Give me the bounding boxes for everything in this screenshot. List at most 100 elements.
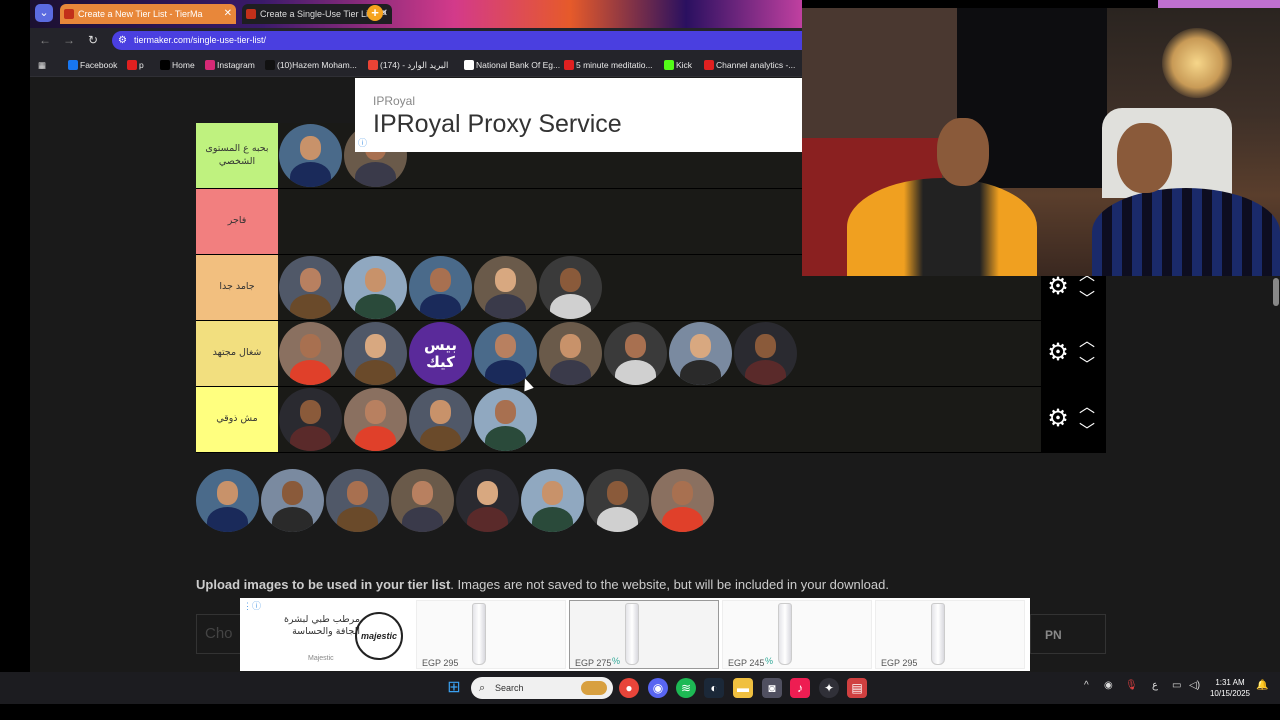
webcam-person-right-head	[1117, 123, 1172, 193]
ad-info-icon[interactable]: ⓘ	[358, 136, 367, 149]
ad-banner-bottom[interactable]: ⋮ⓘ مرطب طبي لبشرة الجافة والحساسة majest…	[240, 598, 1030, 671]
bookmark-item[interactable]: National Bank Of Eg...	[464, 59, 560, 71]
camera-icon[interactable]: ◙	[762, 678, 782, 698]
bookmark-item[interactable]: Channel analytics -...	[704, 59, 795, 71]
forward-icon[interactable]: →	[62, 33, 76, 47]
bookmark-label: 5 minute meditatio...	[576, 60, 653, 70]
tier-image[interactable]	[409, 256, 472, 319]
chrome-icon[interactable]: ●	[619, 678, 639, 698]
faded-input-field[interactable]: Cho	[196, 614, 246, 654]
language-indicator[interactable]: ع	[1152, 680, 1158, 691]
pool-image[interactable]	[651, 469, 714, 532]
tier-image[interactable]	[474, 256, 537, 319]
spotify-icon[interactable]: ≋	[676, 678, 696, 698]
app-icon[interactable]: ✦	[819, 678, 839, 698]
microphone-icon[interactable]: 🎙	[1125, 680, 1138, 691]
tier-image[interactable]	[474, 388, 537, 451]
ad-product-card[interactable]: EGP 275%	[569, 600, 719, 669]
new-tab-button[interactable]: +	[367, 5, 383, 21]
bookmark-item[interactable]: Facebook	[68, 59, 117, 71]
avatar-head	[495, 334, 516, 358]
tab-search-icon[interactable]: ⌄	[35, 4, 53, 22]
tier-image[interactable]	[409, 388, 472, 451]
pool-image[interactable]	[261, 469, 324, 532]
tier-image[interactable]	[279, 388, 342, 451]
tier-image[interactable]: بيس كيك	[409, 322, 472, 385]
tier-image[interactable]	[344, 322, 407, 385]
tier-label[interactable]: بحبه ع المستوى الشخصي	[196, 123, 278, 188]
bookmark-item[interactable]: Home	[160, 59, 195, 71]
pool-image[interactable]	[391, 469, 454, 532]
back-icon[interactable]: ←	[38, 33, 52, 47]
tiktok-icon[interactable]: ♪	[790, 678, 810, 698]
tab-create-tier-list[interactable]: Create a New Tier List - TierMa ✕	[60, 4, 236, 24]
ad-product-card[interactable]: EGP 295	[416, 600, 566, 669]
faded-button[interactable]: PN	[1030, 614, 1106, 654]
bookmark-item[interactable]: 5 minute meditatio...	[564, 59, 653, 71]
chevron-down-icon[interactable]: ﹀	[1078, 291, 1096, 309]
close-tab-icon[interactable]: ✕	[224, 4, 232, 24]
avatar-body	[680, 360, 721, 385]
tier-image[interactable]	[669, 322, 732, 385]
gear-icon[interactable]: ⚙	[1046, 275, 1070, 299]
app-icon[interactable]: ▤	[847, 678, 867, 698]
tier-image[interactable]	[344, 388, 407, 451]
gear-icon[interactable]: ⚙	[1046, 407, 1070, 431]
avatar-head	[560, 268, 581, 292]
pool-image[interactable]	[456, 469, 519, 532]
tier-image[interactable]	[539, 322, 602, 385]
avatar-head	[672, 481, 693, 505]
volume-icon[interactable]: ◁)	[1189, 680, 1200, 691]
pool-image[interactable]	[586, 469, 649, 532]
scrollbar-thumb[interactable]	[1273, 278, 1279, 306]
pool-image[interactable]	[326, 469, 389, 532]
steam-icon[interactable]: ◐	[704, 678, 724, 698]
chevron-up-icon[interactable]: ︿	[1078, 333, 1096, 351]
bookmark-item[interactable]: (10)Hazem Moham...	[265, 59, 357, 71]
avatar-body	[355, 426, 396, 451]
tier-label[interactable]: جامد جدا	[196, 255, 278, 320]
taskbar-search[interactable]: ⌕ Search	[471, 677, 613, 699]
address-bar[interactable]: ⚙ tiermaker.com/single-use-tier-list/	[112, 31, 802, 50]
bookmark-item[interactable]: Kick	[664, 59, 692, 71]
file-explorer-icon[interactable]: ▬	[733, 678, 753, 698]
tier-image[interactable]	[279, 256, 342, 319]
tier-label[interactable]: مش ذوقي	[196, 387, 278, 452]
ad-banner-top[interactable]: IPRoyal IPRoyal Proxy Service ⓘ	[355, 78, 802, 152]
network-icon[interactable]: ▭	[1172, 680, 1181, 691]
tier-image[interactable]	[344, 256, 407, 319]
tier-image[interactable]	[604, 322, 667, 385]
discord-tray-icon[interactable]: ◉	[1104, 680, 1113, 691]
tier-label[interactable]: فاجر	[196, 189, 278, 254]
pool-image[interactable]	[196, 469, 259, 532]
chevron-down-icon[interactable]: ﹀	[1078, 357, 1096, 375]
discord-icon[interactable]: ◉	[648, 678, 668, 698]
bookmark-label: (174) - البريد الوارد	[380, 60, 449, 70]
tier-image[interactable]	[734, 322, 797, 385]
bookmark-item[interactable]: Instagram	[205, 59, 255, 71]
taskbar-clock[interactable]: 1:31 AM 10/15/2025	[1206, 677, 1254, 699]
bookmark-item[interactable]: p	[127, 59, 144, 71]
reload-icon[interactable]: ↻	[86, 33, 100, 47]
faded-button-label: PN	[1045, 628, 1062, 642]
ad-product-card[interactable]: EGP 245%	[722, 600, 872, 669]
pool-image[interactable]	[521, 469, 584, 532]
avatar-body	[207, 507, 248, 532]
chevron-up-icon[interactable]: ^	[1084, 680, 1089, 691]
tier-image[interactable]	[279, 124, 342, 187]
gear-icon[interactable]: ⚙	[1046, 341, 1070, 365]
notification-icon[interactable]: 🔔	[1256, 680, 1268, 691]
site-info-icon[interactable]: ⚙	[118, 31, 127, 50]
apps-grid-icon[interactable]: ▦	[38, 59, 46, 71]
tier-label[interactable]: شغال مجتهد	[196, 321, 278, 386]
bookmark-item[interactable]: (174) - البريد الوارد	[368, 59, 448, 71]
ad-info-icon[interactable]: ⋮ⓘ	[243, 599, 261, 612]
windows-start-icon[interactable]: ⊞	[444, 678, 464, 698]
bookmark-label: Instagram	[217, 60, 255, 70]
tier-image[interactable]	[474, 322, 537, 385]
ad-product-card[interactable]: EGP 295	[875, 600, 1025, 669]
tier-image[interactable]	[279, 322, 342, 385]
chevron-up-icon[interactable]: ︿	[1078, 399, 1096, 417]
chevron-down-icon[interactable]: ﹀	[1078, 423, 1096, 441]
tier-image[interactable]	[539, 256, 602, 319]
